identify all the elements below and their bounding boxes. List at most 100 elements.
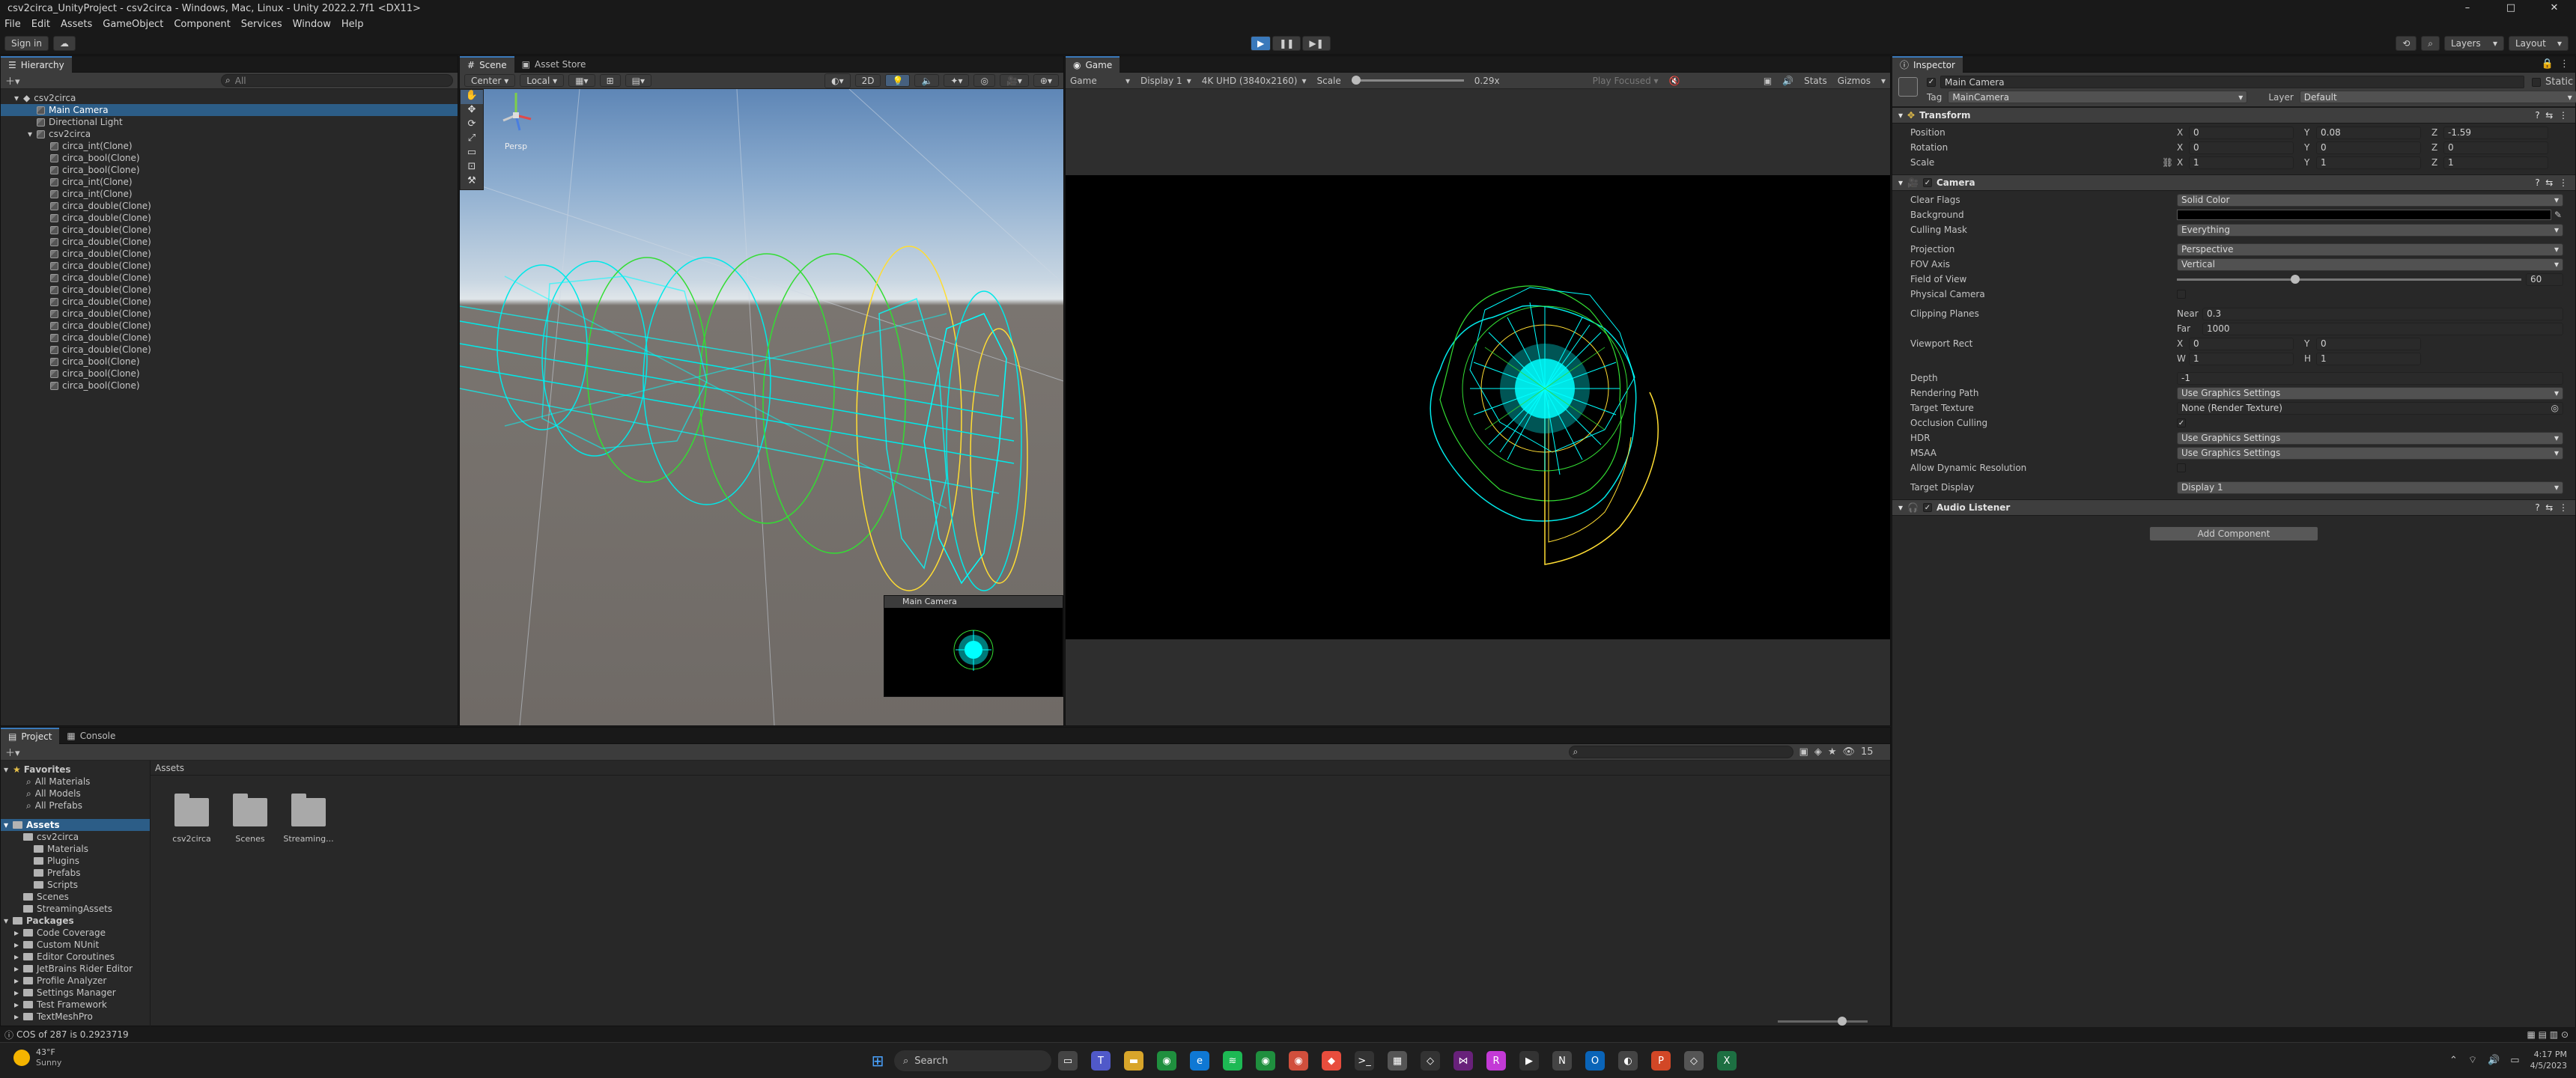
- 2d-toggle[interactable]: 2D: [854, 74, 881, 87]
- hierarchy-item[interactable]: circa_double(Clone): [1, 212, 458, 224]
- wifi-icon[interactable]: ⌔: [2468, 1054, 2477, 1066]
- menu-assets[interactable]: Assets: [61, 19, 92, 30]
- near-field[interactable]: 0.3: [2202, 307, 2563, 320]
- move-tool-icon[interactable]: ✥: [461, 104, 483, 118]
- aspect-icon[interactable]: ▣: [1764, 76, 1772, 86]
- rotation-z-field[interactable]: 0: [2443, 141, 2548, 154]
- chrome-icon[interactable]: ◉: [1157, 1051, 1176, 1071]
- hierarchy-item[interactable]: circa_double(Clone): [1, 236, 458, 248]
- scale-z-field[interactable]: 1: [2443, 156, 2548, 169]
- unity-editor-icon[interactable]: ◇: [1684, 1051, 1704, 1071]
- target-texture-field[interactable]: None (Render Texture) ◎: [2177, 401, 2563, 415]
- teams-icon[interactable]: T: [1091, 1051, 1111, 1071]
- game-mode-dropdown[interactable]: Game ▾: [1070, 76, 1130, 86]
- asset-tree-item[interactable]: csv2circa: [1, 831, 150, 843]
- transform-header[interactable]: ▾ ✥ Transform ? ⇆ ⋮: [1892, 107, 2575, 124]
- package-item[interactable]: ▸ TextMeshPro: [1, 1011, 150, 1023]
- orientation-gizmo[interactable]: Persp: [497, 89, 535, 151]
- hierarchy-item[interactable]: circa_double(Clone): [1, 200, 458, 212]
- component-menu-icon[interactable]: ? ⇆ ⋮: [2535, 177, 2568, 188]
- eyedropper-icon[interactable]: ✎: [2554, 210, 2562, 220]
- audio-listener-enabled-checkbox[interactable]: ✓: [1922, 503, 1932, 512]
- rendering-path-dropdown[interactable]: Use Graphics Settings ▾: [2177, 386, 2563, 400]
- rotation-x-field[interactable]: 0: [2189, 141, 2294, 154]
- package-item[interactable]: ▸ Custom NUnit: [1, 939, 150, 951]
- component-menu-icon[interactable]: ? ⇆ ⋮: [2535, 110, 2568, 121]
- far-field[interactable]: 1000: [2202, 322, 2563, 335]
- volume-icon[interactable]: 🔊: [2488, 1055, 2500, 1066]
- weather-widget[interactable]: 43°F Sunny: [13, 1047, 61, 1068]
- space-dropdown[interactable]: Local ▾: [520, 74, 565, 87]
- package-item[interactable]: ▸ Test Framework: [1, 999, 150, 1011]
- chevron-right-icon[interactable]: ▸: [14, 939, 23, 951]
- audio-listener-header[interactable]: ▾ 🎧 ✓ Audio Listener ? ⇆ ⋮: [1892, 499, 2575, 516]
- close-button[interactable]: ✕: [2533, 0, 2576, 16]
- favorite-item[interactable]: ⌕ All Materials: [1, 776, 150, 788]
- chrome-canary-icon[interactable]: ◉: [1289, 1051, 1308, 1071]
- clear-flags-dropdown[interactable]: Solid Color ▾: [2177, 193, 2563, 207]
- step-button[interactable]: ▶❚: [1302, 36, 1331, 51]
- camera-header[interactable]: ▾ 🎥 ✓ Camera ? ⇆ ⋮: [1892, 174, 2575, 191]
- chevron-right-icon[interactable]: ▸: [14, 999, 23, 1011]
- constrain-proportions-icon[interactable]: ⛓: [2162, 157, 2177, 168]
- calculator-icon[interactable]: ▦: [1388, 1051, 1407, 1071]
- cloud-icon[interactable]: ☁: [52, 36, 76, 51]
- resolution-dropdown[interactable]: 4K UHD (3840x2160) ▾: [1202, 76, 1307, 86]
- menu-window[interactable]: Window: [293, 19, 331, 30]
- tab-inspector[interactable]: ⓘ Inspector: [1892, 55, 1963, 73]
- file-explorer-icon[interactable]: ▬: [1124, 1051, 1143, 1071]
- target-display-dropdown[interactable]: Display 1 ▾: [2177, 481, 2563, 494]
- layer-dropdown[interactable]: Default ▾: [2299, 91, 2576, 103]
- package-item[interactable]: ▸ Editor Coroutines: [1, 951, 150, 963]
- favorite-item[interactable]: ⌕ All Prefabs: [1, 800, 150, 811]
- status-message[interactable]: COS of 287 is 0.2923719: [16, 1029, 129, 1040]
- git-icon[interactable]: ◆: [1322, 1051, 1341, 1071]
- mute-audio-icon[interactable]: 🔊: [1782, 76, 1793, 86]
- tag-dropdown[interactable]: MainCamera ▾: [1948, 91, 2248, 103]
- hierarchy-item[interactable]: ▾ csv2circa: [1, 128, 458, 140]
- asset-folder-csv2circa[interactable]: csv2circa: [172, 794, 211, 844]
- active-checkbox[interactable]: ✓: [1927, 77, 1936, 87]
- grid-snap-icon[interactable]: ▦▾: [568, 74, 595, 87]
- effects-toggle-icon[interactable]: ✦▾: [944, 74, 970, 87]
- menu-gameobject[interactable]: GameObject: [103, 19, 163, 30]
- more-options-icon[interactable]: ⋮: [2560, 58, 2569, 70]
- viewport-h-field[interactable]: 1: [2316, 352, 2421, 365]
- rider-icon[interactable]: R: [1486, 1051, 1506, 1071]
- lock-icon[interactable]: 🔒: [2542, 58, 2554, 70]
- favorite-item[interactable]: ⌕ All Models: [1, 788, 150, 800]
- icon-size-thumb[interactable]: [1838, 1017, 1847, 1026]
- icon-size-slider[interactable]: [1778, 1017, 1868, 1026]
- scale-slider-thumb[interactable]: [1351, 76, 1361, 85]
- field-of-view-thumb[interactable]: [2291, 274, 2300, 284]
- chevron-down-icon[interactable]: ▾: [1881, 76, 1886, 86]
- asset-folder-scenes[interactable]: Scenes: [231, 794, 269, 844]
- fov-axis-dropdown[interactable]: Vertical ▾: [2177, 258, 2563, 271]
- field-of-view-field[interactable]: 60: [2526, 272, 2563, 286]
- viewport-w-field[interactable]: 1: [2189, 352, 2294, 365]
- audio-toggle-icon[interactable]: 🔈: [914, 74, 940, 87]
- breadcrumb-assets[interactable]: Assets: [155, 763, 184, 773]
- layout-dropdown[interactable]: Layout ▾: [2509, 36, 2569, 51]
- position-y-field[interactable]: 0.08: [2316, 126, 2421, 139]
- battery-icon[interactable]: ▭: [2510, 1055, 2519, 1066]
- chevron-right-icon[interactable]: ▸: [14, 975, 23, 987]
- hierarchy-item[interactable]: circa_bool(Clone): [1, 356, 458, 368]
- chevron-right-icon[interactable]: ▸: [14, 963, 23, 975]
- scale-y-field[interactable]: 1: [2316, 156, 2421, 169]
- lighting-toggle-icon[interactable]: 💡: [885, 74, 911, 87]
- stats-button[interactable]: Stats: [1804, 76, 1827, 86]
- asset-tree-item[interactable]: Scripts: [1, 879, 150, 891]
- tab-hierarchy[interactable]: ☰ Hierarchy: [1, 55, 72, 73]
- add-icon[interactable]: ＋▾: [5, 745, 20, 759]
- menu-file[interactable]: File: [4, 19, 21, 30]
- hierarchy-item[interactable]: circa_int(Clone): [1, 188, 458, 200]
- background-color-swatch[interactable]: [2177, 210, 2551, 220]
- pivot-dropdown[interactable]: Center ▾: [464, 74, 516, 87]
- tab-console[interactable]: ▦ Console: [59, 728, 123, 744]
- menu-edit[interactable]: Edit: [31, 19, 50, 30]
- task-view-icon[interactable]: ▭: [1058, 1051, 1078, 1071]
- scale-slider[interactable]: [1351, 76, 1464, 85]
- custom-tool-icon[interactable]: ⚒: [461, 175, 483, 189]
- packages-header[interactable]: ▾ Packages: [1, 915, 150, 927]
